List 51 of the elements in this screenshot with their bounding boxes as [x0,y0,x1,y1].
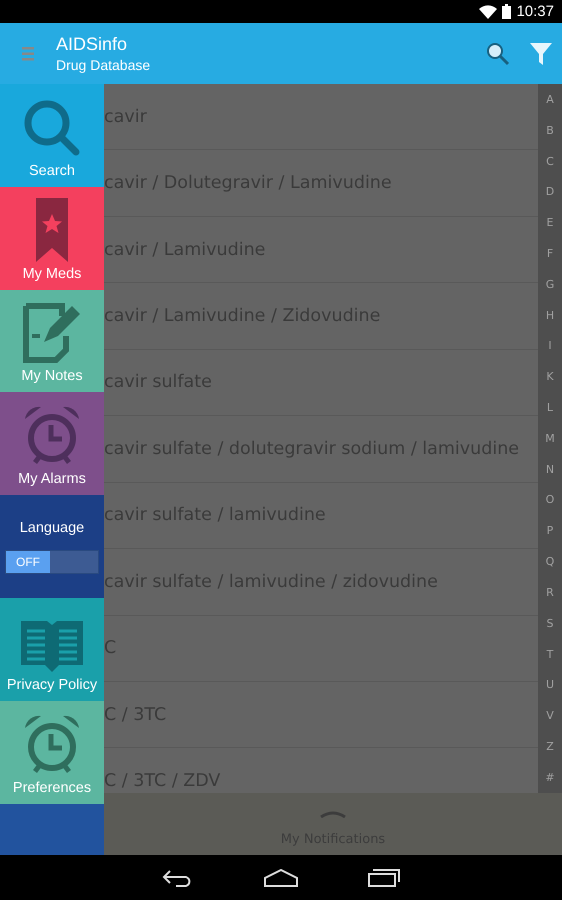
drawer-item[interactable]: Privacy Policy [0,598,104,701]
recents-button[interactable] [368,868,400,886]
alarm-clock-icon [23,714,81,776]
drawer-item-label: My Meds [22,266,82,282]
index-letter[interactable]: U [546,678,554,692]
index-letter[interactable]: # [545,770,555,784]
drawer-item[interactable]: Search [0,84,104,187]
index-letter[interactable]: K [546,370,554,384]
index-letter[interactable]: Z [546,740,554,753]
index-letter[interactable]: P [546,524,554,538]
note-pencil-icon [22,302,82,364]
index-letter[interactable]: A [546,92,554,106]
index-letter[interactable]: T [546,648,554,661]
drawer-item-label: My Notes [21,368,83,384]
drawer-item-label: My Alarms [18,471,86,488]
index-letter[interactable]: I [548,339,552,352]
home-button[interactable] [264,868,298,886]
menu-icon [22,46,34,60]
index-letter[interactable]: S [546,616,554,630]
bookmark-star-icon [35,198,69,262]
index-letter[interactable]: L [546,401,554,414]
index-letter[interactable]: F [546,246,554,260]
index-letter[interactable]: Q [546,555,554,568]
drawer-item[interactable]: Preferences [0,700,104,804]
index-letter[interactable]: B [546,124,554,137]
drawer-item-label: Search [29,162,75,179]
index-letter[interactable]: M [545,432,555,445]
index-letter[interactable]: C [546,154,554,168]
alphabet-index[interactable]: A B C D E F G H I K L M N O P Q R S T U V Z # [538,84,562,793]
index-letter[interactable]: H [546,308,554,322]
drawer-item-label: Preferences [12,780,92,796]
app-title: AIDSinfo [56,34,128,55]
drawer-item[interactable]: My Notes [0,290,104,392]
index-letter[interactable]: V [546,709,554,722]
drawer-item[interactable]: My Meds [0,186,104,290]
index-letter[interactable]: G [546,278,554,291]
language-label: Language [20,520,84,536]
index-letter[interactable]: D [546,185,554,198]
index-letter[interactable]: N [546,462,554,476]
language-switch[interactable]: OFF [5,550,99,574]
clock-time: 10:37 [516,3,554,20]
chevron-up-icon [320,811,346,818]
open-book-icon [19,618,85,673]
index-letter[interactable]: E [546,216,554,230]
app-subtitle: Drug Database [56,57,152,73]
index-letter[interactable]: R [546,586,554,599]
wifi-icon [479,4,498,18]
drawer-item[interactable]: My Alarms [0,392,104,496]
drawer-item-label: Privacy Policy [6,676,98,693]
battery-icon [502,4,512,19]
index-letter[interactable]: O [546,493,554,506]
